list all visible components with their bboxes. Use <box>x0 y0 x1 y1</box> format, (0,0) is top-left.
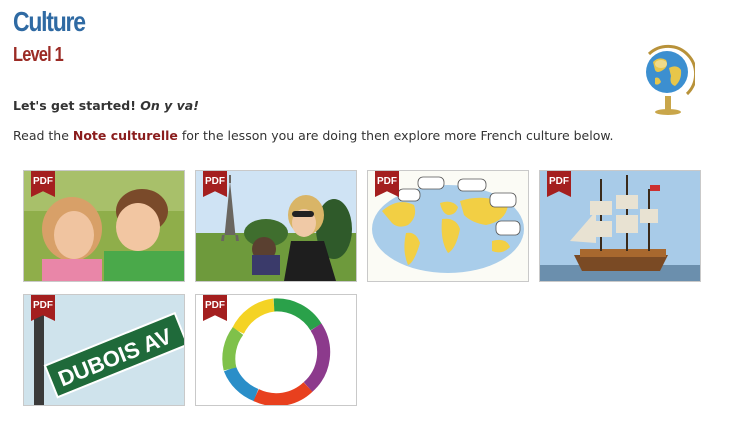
note-culturelle-link[interactable]: Note culturelle <box>73 128 178 143</box>
culture-tile-world-map[interactable]: PDF <box>367 170 529 282</box>
culture-tile-street-sign[interactable]: DUBOIS AV PDF <box>23 294 185 406</box>
level-subtitle: Level 1 <box>13 44 64 66</box>
culture-tile-children[interactable]: PDF <box>23 170 185 282</box>
globe-icon <box>646 44 695 115</box>
description-text: Read the Note culturelle for the lesson … <box>13 128 614 143</box>
page-title: Culture <box>13 6 86 37</box>
culture-tile-eiffel[interactable]: PDF <box>195 170 357 282</box>
culture-tile-ship[interactable]: PDF <box>539 170 701 282</box>
intro-text: Let's get started! On y va! <box>13 98 199 113</box>
culture-tile-color-ring[interactable]: PDF <box>195 294 357 406</box>
